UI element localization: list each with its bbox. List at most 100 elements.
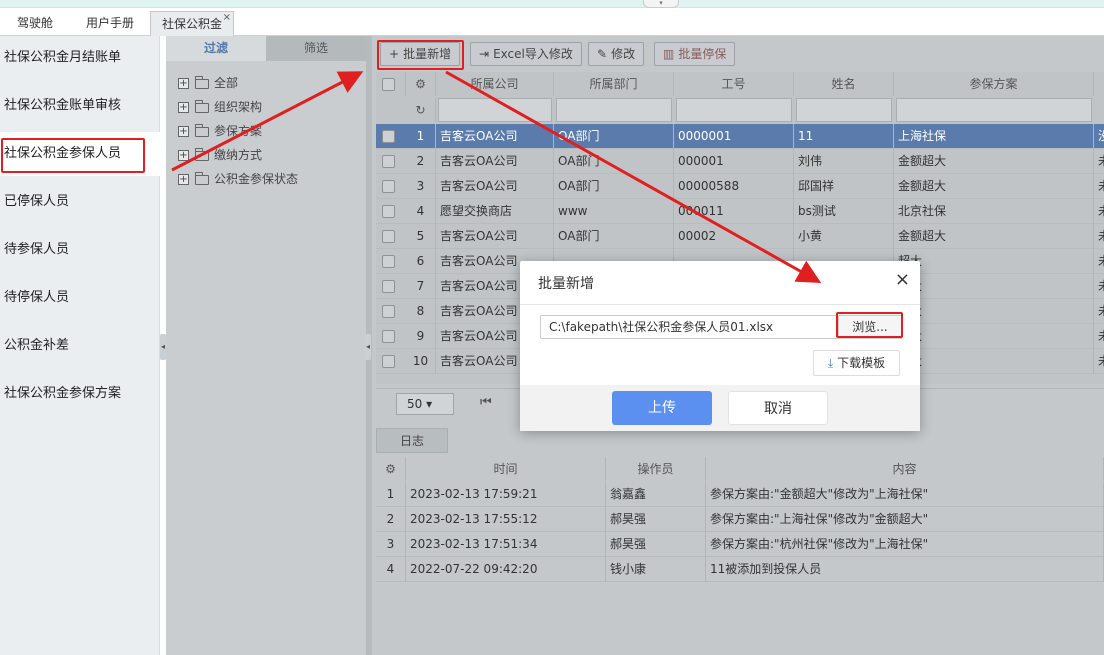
refresh-icon[interactable]: ↻: [406, 98, 436, 122]
tab-user-manual[interactable]: 用户手册: [74, 11, 146, 36]
log-row[interactable]: 1 2023-02-13 17:59:21 翁嘉鑫 参保方案由:"金额超大"修改为"上…: [376, 482, 1104, 507]
menu-label: 社保公积金月结账单: [4, 50, 122, 65]
folder-icon: [195, 171, 209, 185]
tree-item-pay-method[interactable]: + 缴纳方式: [178, 145, 262, 165]
menu-item-monthly-bill[interactable]: 社保公积金月结账单: [0, 36, 160, 80]
excel-import-button[interactable]: ⇥ Excel导入修改: [470, 42, 582, 66]
cell-company: 吉客云OA公司: [436, 174, 554, 199]
upload-button[interactable]: 上传: [612, 391, 712, 425]
log-header-content: 内容: [706, 457, 1104, 481]
row-checkbox[interactable]: [382, 355, 395, 368]
cell-extra: 没: [1094, 124, 1104, 149]
select-all-checkbox[interactable]: [382, 78, 395, 91]
cell-no: 2: [406, 149, 436, 174]
expand-icon[interactable]: +: [178, 78, 189, 89]
log-gear-icon[interactable]: ⚙: [376, 457, 406, 481]
log-cell-operator: 郝昊强: [606, 532, 706, 557]
menu-item-plans[interactable]: 社保公积金参保方案: [0, 372, 160, 416]
cell-dept: OA部门: [554, 224, 674, 249]
collapse-tree-handle[interactable]: ◂: [365, 334, 371, 360]
row-checkbox[interactable]: [382, 180, 395, 193]
log-row[interactable]: 2 2023-02-13 17:55:12 郝昊强 参保方案由:"上海社保"修改为"金…: [376, 507, 1104, 532]
filter-dept-input[interactable]: [556, 98, 672, 122]
tree-label: 参保方案: [214, 124, 263, 138]
cell-name: bs测试: [794, 199, 894, 224]
row-checkbox[interactable]: [382, 205, 395, 218]
page-size-select[interactable]: 50 ▾: [396, 393, 454, 415]
row-checkbox[interactable]: [382, 280, 395, 293]
header-dept[interactable]: 所属部门: [554, 72, 674, 96]
expand-icon[interactable]: +: [178, 102, 189, 113]
log-row[interactable]: 3 2023-02-13 17:51:34 郝昊强 参保方案由:"杭州社保"修改为"上…: [376, 532, 1104, 557]
folder-icon: [195, 99, 209, 113]
row-checkbox[interactable]: [382, 155, 395, 168]
filter-plan-input[interactable]: [896, 98, 1092, 122]
log-header-time: 时间: [406, 457, 606, 481]
tab-social-security[interactable]: 社保公积金 ×: [150, 11, 234, 36]
gear-icon[interactable]: ⚙: [406, 72, 436, 96]
batch-add-button[interactable]: + 批量新增: [380, 42, 461, 66]
cell-plan: 上海社保: [894, 124, 1094, 149]
tab-filter[interactable]: 过滤: [166, 36, 266, 61]
tree-tab-label: 筛选: [303, 41, 328, 55]
cell-extra: 未: [1094, 174, 1104, 199]
expand-icon[interactable]: +: [178, 126, 189, 137]
cell-extra: 未: [1094, 324, 1104, 349]
menu-item-insured-staff[interactable]: 社保公积金参保人员: [0, 132, 160, 176]
cell-dept: OA部门: [554, 149, 674, 174]
menu-item-bill-review[interactable]: 社保公积金账单审核: [0, 84, 160, 128]
header-name[interactable]: 姓名: [794, 72, 894, 96]
log-cell-no: 3: [376, 532, 406, 557]
batch-stop-button[interactable]: ▥ 批量停保: [654, 42, 736, 66]
tab-screen[interactable]: 筛选: [266, 36, 366, 61]
row-checkbox[interactable]: [382, 330, 395, 343]
expand-icon[interactable]: +: [178, 174, 189, 185]
filter-id-input[interactable]: [676, 98, 792, 122]
trash-icon: ▥: [663, 47, 675, 61]
table-row[interactable]: 2吉客云OA公司OA部门000001刘伟金额超大未: [376, 149, 1104, 174]
log-row[interactable]: 4 2022-07-22 09:42:20 钱小康 11被添加到投保人员: [376, 557, 1104, 582]
button-label: 修改: [611, 47, 636, 61]
menu-item-pending-stop[interactable]: 待停保人员: [0, 276, 160, 320]
header-id[interactable]: 工号: [674, 72, 794, 96]
browse-button[interactable]: 浏览...: [838, 315, 902, 339]
tab-close-icon[interactable]: ×: [223, 5, 231, 30]
table-row[interactable]: 5吉客云OA公司OA部门00002小黄金额超大未: [376, 224, 1104, 249]
row-checkbox[interactable]: [382, 230, 395, 243]
table-row[interactable]: 1吉客云OA公司OA部门000000111上海社保没: [376, 124, 1104, 149]
tab-label: 驾驶舱: [16, 16, 53, 30]
row-checkbox[interactable]: [382, 255, 395, 268]
log-cell-content: 参保方案由:"杭州社保"修改为"上海社保": [706, 532, 1104, 557]
edit-button[interactable]: ✎ 修改: [588, 42, 645, 66]
filter-name-input[interactable]: [796, 98, 892, 122]
first-page-icon[interactable]: ⏮: [480, 395, 492, 410]
tree-item-plan[interactable]: + 参保方案: [178, 121, 262, 141]
download-template-button[interactable]: ⤓ 下载模板: [813, 350, 900, 376]
expand-icon[interactable]: +: [178, 150, 189, 161]
tree-item-org[interactable]: + 组织架构: [178, 97, 262, 117]
header-plan[interactable]: 参保方案: [894, 72, 1094, 96]
row-checkbox[interactable]: [382, 130, 395, 143]
cancel-button[interactable]: 取消: [728, 391, 828, 425]
menu-item-fund-diff[interactable]: 公积金补差: [0, 324, 160, 368]
select-all-header[interactable]: [376, 72, 406, 96]
menu-item-stopped-staff[interactable]: 已停保人员: [0, 180, 160, 224]
cell-company: 愿望交换商店: [436, 199, 554, 224]
table-row[interactable]: 3吉客云OA公司OA部门00000588邱国祥金额超大未: [376, 174, 1104, 199]
button-label: Excel导入修改: [493, 47, 573, 61]
tab-label: 用户手册: [85, 16, 134, 30]
tree-item-fund-status[interactable]: + 公积金参保状态: [178, 169, 298, 189]
tree-item-all[interactable]: + 全部: [178, 73, 238, 93]
collapse-top-handle[interactable]: ▾: [643, 0, 679, 8]
top-stripe: ▾: [0, 0, 1104, 8]
table-row[interactable]: 4愿望交换商店www000011bs测试北京社保未: [376, 199, 1104, 224]
log-tab-label: 日志: [399, 434, 424, 448]
tab-log[interactable]: 日志: [376, 428, 448, 453]
menu-item-pending-insure[interactable]: 待参保人员: [0, 228, 160, 272]
log-panel: 日志 ⚙ 时间 操作员 内容 1 2023-02-13 17:59:21 翁嘉鑫 参保…: [376, 428, 1104, 655]
tab-cockpit[interactable]: 驾驶舱: [4, 11, 66, 36]
row-checkbox[interactable]: [382, 305, 395, 318]
filter-company-input[interactable]: [438, 98, 552, 122]
close-icon[interactable]: ×: [895, 269, 910, 290]
header-company[interactable]: 所属公司: [436, 72, 554, 96]
